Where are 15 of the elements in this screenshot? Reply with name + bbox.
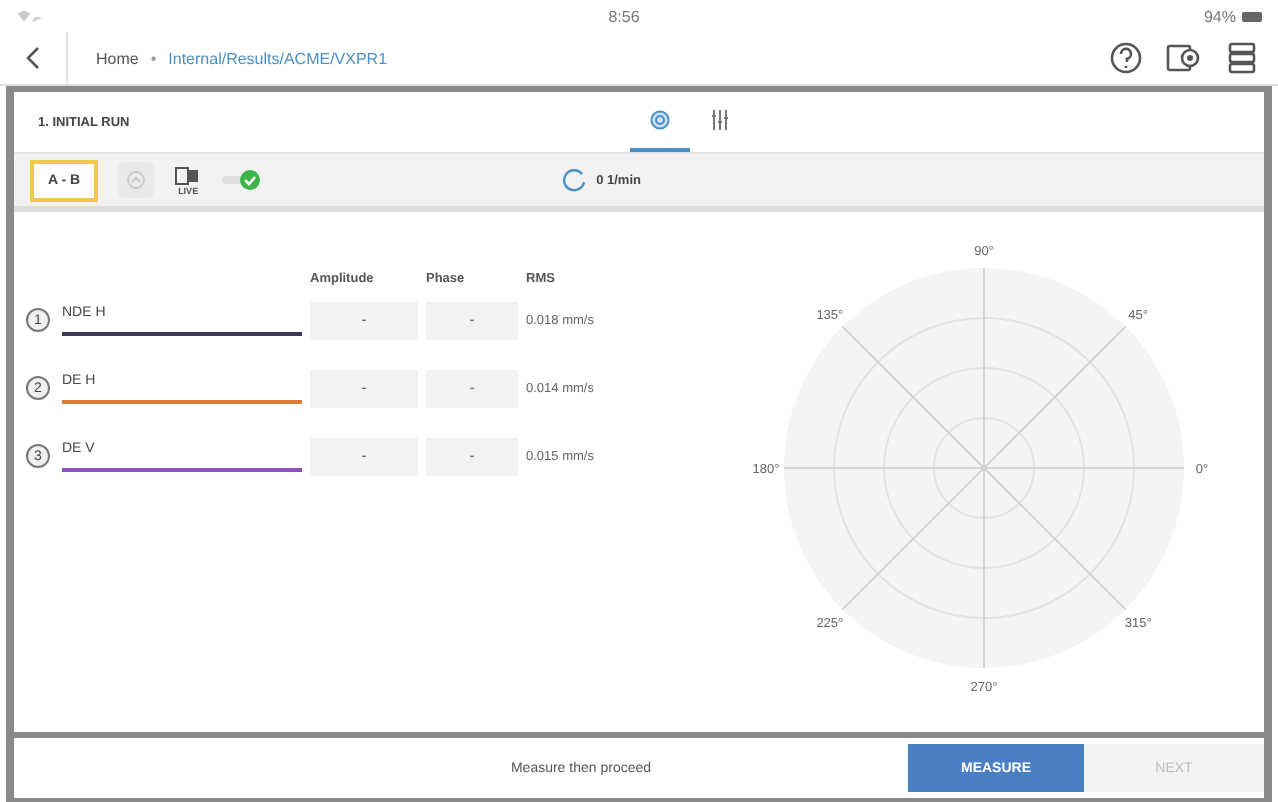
battery-icon <box>1242 11 1262 21</box>
sliders-icon <box>710 110 730 130</box>
battery-percentage: 94% <box>1203 7 1236 25</box>
breadcrumb-separator: • <box>150 49 157 67</box>
target-icon <box>650 110 670 130</box>
wifi-icon <box>16 8 44 24</box>
device-settings-icon[interactable] <box>1166 42 1202 74</box>
menu-icon[interactable] <box>1226 42 1258 74</box>
clock-time: 8:56 <box>608 7 640 25</box>
chevron-left-icon <box>25 46 41 70</box>
breadcrumb-path[interactable]: Internal/Results/ACME/VXPR1 <box>168 49 388 67</box>
refresh-icon <box>562 168 587 192</box>
help-icon[interactable] <box>1110 42 1142 74</box>
sensor-icon <box>174 165 203 185</box>
breadcrumb-link[interactable]: Home <box>96 49 139 67</box>
